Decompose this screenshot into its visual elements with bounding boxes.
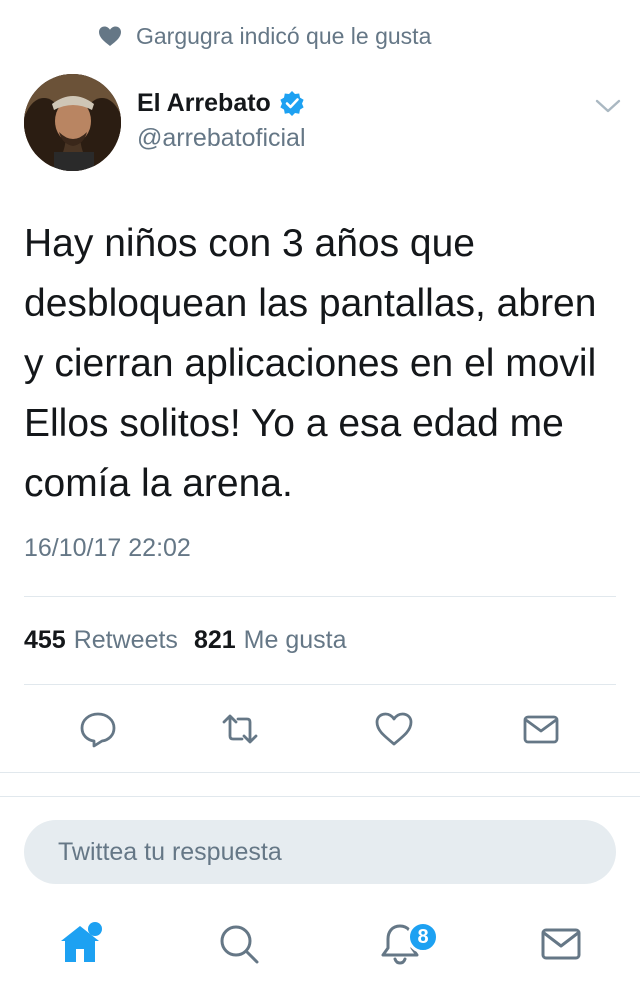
author-display-name[interactable]: El Arrebato (137, 89, 271, 118)
tweet-text-line: comía la arena. (24, 462, 293, 505)
search-icon (220, 925, 259, 964)
mail-icon (541, 928, 581, 960)
retweet-icon (222, 714, 258, 744)
divider (24, 596, 616, 597)
tweet-timestamp: 16/10/17 22:02 (24, 534, 191, 562)
author-info[interactable]: El Arrebato @arrebatoficial (137, 86, 306, 153)
mail-icon (523, 715, 559, 744)
heart-icon (375, 712, 413, 746)
avatar[interactable] (24, 74, 121, 171)
divider (0, 772, 640, 773)
divider (0, 796, 640, 797)
retweets-count[interactable]: 455 (24, 626, 66, 655)
tweet-text-line: desbloquean las pantallas, abren (24, 282, 597, 325)
retweets-label[interactable]: Retweets (74, 626, 178, 655)
notifications-badge: 8 (407, 921, 439, 953)
heart-icon (99, 26, 121, 46)
author-handle[interactable]: @arrebatoficial (137, 124, 306, 153)
tab-messages[interactable] (533, 916, 589, 972)
tweet-text-line: Ellos solitos! Yo a esa edad me (24, 402, 564, 445)
home-unread-dot (88, 922, 102, 936)
reply-icon (80, 712, 116, 748)
verified-badge-icon (280, 91, 304, 116)
tweet-text-line: y cierran aplicaciones en el movil (24, 342, 597, 385)
direct-message-button[interactable] (518, 706, 564, 752)
likes-label[interactable]: Me gusta (244, 626, 347, 655)
social-context: Gargugra indicó que le gusta (98, 20, 431, 52)
like-button[interactable] (371, 706, 417, 752)
tab-search[interactable] (211, 916, 267, 972)
social-context-text: Gargugra indicó que le gusta (136, 22, 432, 49)
tweet-action-bar (0, 706, 640, 752)
author-name-row: El Arrebato (137, 86, 306, 120)
reply-placeholder: Twittea tu respuesta (58, 837, 282, 866)
tweet-stats: 455 Retweets 821 Me gusta (24, 622, 363, 658)
tweet-options-button[interactable] (594, 96, 622, 116)
divider (24, 684, 616, 685)
tweet-text-line: Hay niños con 3 años que (24, 222, 475, 265)
avatar-image (24, 74, 121, 171)
reply-button[interactable] (75, 706, 121, 752)
chevron-down-icon (595, 99, 621, 113)
retweet-button[interactable] (217, 706, 263, 752)
tweet-text: Hay niños con 3 años que desbloquean las… (24, 214, 624, 514)
reply-input[interactable]: Twittea tu respuesta (24, 820, 616, 884)
likes-count[interactable]: 821 (194, 626, 236, 655)
tweet-detail-screen: Gargugra indicó que le gusta El Arrebato… (0, 0, 640, 983)
